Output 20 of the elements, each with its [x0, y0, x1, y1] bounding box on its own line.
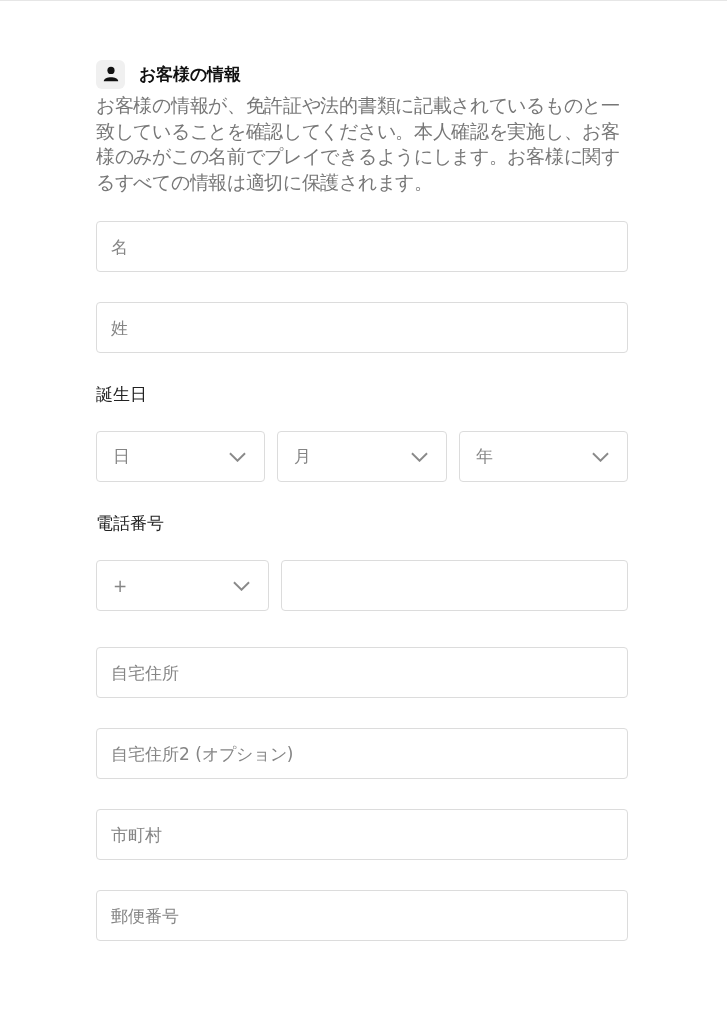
person-icon [96, 59, 125, 89]
input-field[interactable]: 名 [96, 221, 628, 272]
chevron-down-icon [592, 451, 609, 462]
dropdown[interactable]: 年 [458, 431, 628, 482]
chevron-down-icon [233, 580, 250, 591]
phone-input-field[interactable] [281, 560, 628, 611]
description-text: お客様の情報が、免許証や法的書類に記載されているものと一致していることを確認してください。本人確認を実施し、お客様のみがこの名前でプレイできるようにします。お客様に関するすべての情報は適切に保護されます。 [96, 93, 621, 195]
input-field[interactable]: 自宅住所2 (オプション) [96, 728, 628, 779]
field-label: 電話番号 [96, 512, 165, 535]
input-field[interactable]: 姓 [96, 302, 628, 353]
input-field[interactable]: 郵便番号 [96, 890, 628, 941]
dropdown[interactable]: 日 [96, 431, 266, 482]
input-field[interactable]: 自宅住所 [96, 647, 628, 698]
section-title: お客様の情報 [139, 62, 241, 86]
dropdown[interactable]: + [96, 560, 269, 611]
chevron-down-icon [229, 451, 247, 462]
chevron-down-icon [410, 451, 428, 462]
input-field[interactable]: 市町村 [96, 809, 628, 860]
field-label: 誕生日 [96, 383, 148, 406]
dropdown[interactable]: 月 [277, 431, 447, 482]
